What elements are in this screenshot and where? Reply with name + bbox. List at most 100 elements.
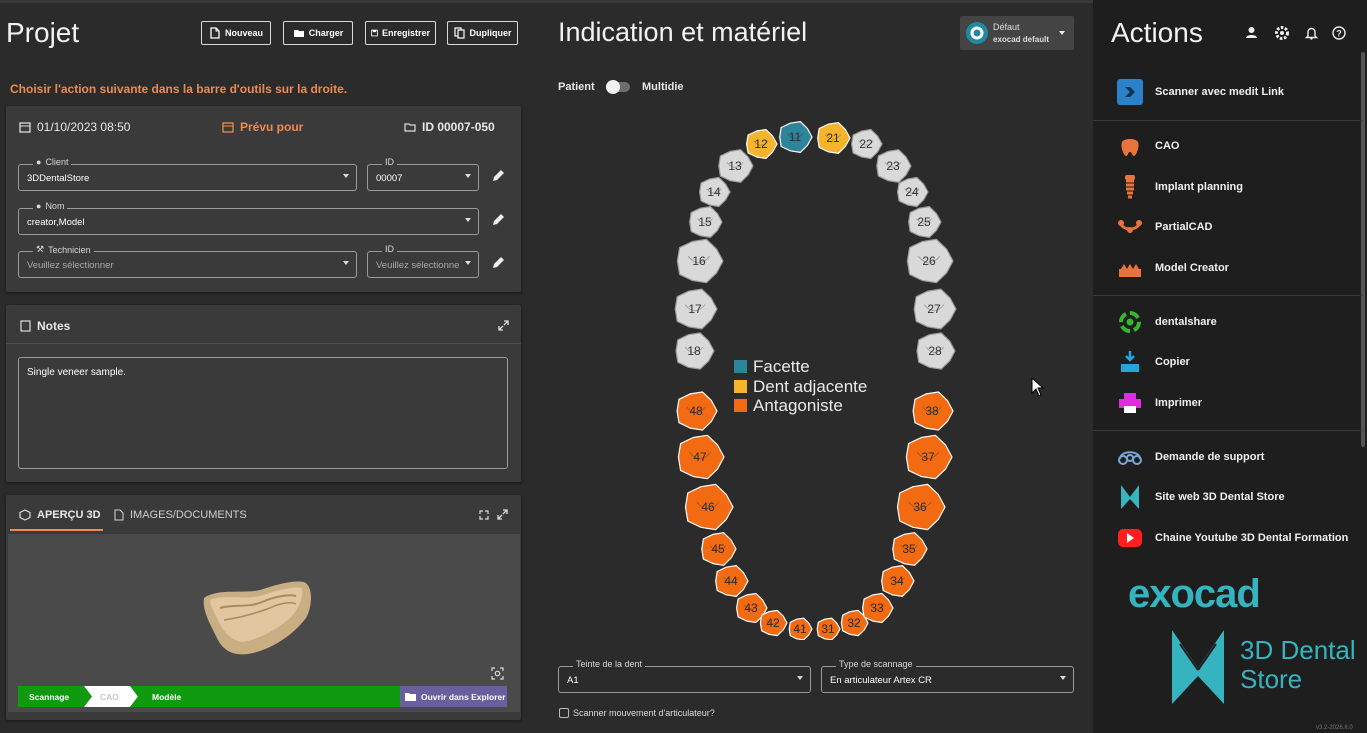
tooth-25[interactable]: 25 bbox=[908, 206, 942, 238]
due-date[interactable]: Prévu pour bbox=[222, 120, 303, 134]
toggle-multidie-label: Multidie bbox=[642, 81, 684, 93]
action-medit-link[interactable]: Scanner avec medit Link bbox=[1117, 79, 1284, 105]
bell-icon[interactable] bbox=[1305, 26, 1318, 40]
due-date-text: Prévu pour bbox=[240, 120, 304, 134]
expand-icon[interactable] bbox=[497, 509, 508, 520]
tooth-legend: Facette Dent adjacente Antagoniste bbox=[734, 357, 867, 416]
tooth-number: 46 bbox=[701, 500, 715, 514]
tooth-34[interactable]: 34 bbox=[881, 565, 915, 597]
calendar-icon bbox=[19, 122, 31, 133]
tooth-11[interactable]: 11 bbox=[779, 121, 813, 153]
gear-icon[interactable] bbox=[1274, 25, 1290, 41]
tooth-number: 31 bbox=[821, 622, 835, 636]
tooth-42[interactable]: 42 bbox=[759, 609, 788, 637]
tooth-31[interactable]: 31 bbox=[816, 617, 841, 640]
tooth-16[interactable]: 16 bbox=[676, 238, 724, 284]
tooth-45[interactable]: 45 bbox=[701, 532, 737, 566]
tooth-26[interactable]: 26 bbox=[906, 238, 954, 284]
tooth-number: 44 bbox=[724, 574, 738, 588]
edit-technician-icon[interactable] bbox=[490, 255, 506, 271]
tooth-24[interactable]: 24 bbox=[897, 176, 929, 208]
tab-3d-preview[interactable]: APERÇU 3D bbox=[19, 509, 101, 521]
notes-textarea[interactable]: Single veneer sample. bbox=[18, 357, 508, 469]
action-copier[interactable]: Copier bbox=[1117, 349, 1190, 375]
scan-type-select[interactable]: Type de scannage En articulateur Artex C… bbox=[821, 659, 1074, 693]
load-button[interactable]: Charger bbox=[283, 21, 353, 45]
action-partialcad[interactable]: PartialCAD bbox=[1117, 214, 1212, 240]
fullscreen-icon[interactable] bbox=[479, 510, 489, 520]
website-icon bbox=[1117, 484, 1143, 510]
technician-id-label: ID bbox=[382, 244, 397, 254]
tooth-44[interactable]: 44 bbox=[715, 565, 749, 597]
tooth-number: 23 bbox=[886, 159, 900, 173]
client-id-select[interactable]: ID 00007 bbox=[367, 157, 479, 191]
project-id-text: ID 00007-050 bbox=[422, 120, 495, 134]
edit-client-icon[interactable] bbox=[490, 168, 506, 184]
technician-id-select[interactable]: ID Veuillez sélectionne bbox=[367, 244, 479, 278]
3d-dental-store-logo-text: 3D Dental Store bbox=[1240, 636, 1356, 694]
client-value: 3DDentalStore bbox=[27, 173, 90, 184]
reset-view-icon[interactable] bbox=[491, 667, 504, 680]
action-implant-label: Implant planning bbox=[1155, 181, 1243, 193]
name-label: ● Nom bbox=[33, 201, 68, 211]
tooth-21[interactable]: 21 bbox=[817, 122, 851, 154]
new-button-label: Nouveau bbox=[224, 28, 263, 38]
edit-name-icon[interactable] bbox=[490, 212, 506, 228]
user-icon[interactable] bbox=[1245, 26, 1258, 39]
name-select[interactable]: ● Nom creator,Model bbox=[18, 201, 479, 235]
tooth-28[interactable]: 28 bbox=[916, 332, 956, 370]
action-support[interactable]: Demande de support bbox=[1117, 444, 1264, 470]
tooth-33[interactable]: 33 bbox=[862, 592, 894, 624]
action-youtube[interactable]: Chaine Youtube 3D Dental Formation bbox=[1117, 525, 1348, 551]
action-website[interactable]: Site web 3D Dental Store bbox=[1117, 484, 1285, 510]
tooth-17[interactable]: 17 bbox=[674, 288, 718, 330]
patient-multidie-toggle[interactable] bbox=[606, 80, 630, 94]
step-modele: Modèle bbox=[152, 692, 182, 702]
tooth-18[interactable]: 18 bbox=[675, 332, 715, 370]
tooth-46[interactable]: 46 bbox=[684, 483, 734, 531]
sidebar-scrollbar[interactable] bbox=[1361, 52, 1365, 447]
folder-open-icon bbox=[405, 693, 416, 701]
tooth-27[interactable]: 27 bbox=[913, 288, 957, 330]
action-imprimer[interactable]: Imprimer bbox=[1117, 390, 1202, 416]
action-cao[interactable]: CAO bbox=[1117, 133, 1179, 159]
client-id-label: ID bbox=[382, 157, 397, 167]
expand-icon[interactable] bbox=[498, 320, 509, 331]
action-implant-planning[interactable]: Implant planning bbox=[1117, 174, 1243, 200]
technician-label-text: Technicien bbox=[48, 244, 91, 255]
action-dentalshare-label: dentalshare bbox=[1155, 316, 1217, 328]
save-button[interactable]: Enregistrer bbox=[365, 21, 436, 45]
tooth-22[interactable]: 22 bbox=[851, 128, 883, 160]
profile-select[interactable]: Défaut exocad default bbox=[960, 16, 1074, 50]
tooth-41[interactable]: 41 bbox=[788, 617, 813, 640]
new-button[interactable]: Nouveau bbox=[201, 21, 271, 45]
tooth-13[interactable]: 13 bbox=[718, 149, 754, 183]
help-icon[interactable]: ? bbox=[1332, 26, 1346, 40]
tooth-37[interactable]: 37 bbox=[905, 434, 953, 480]
dental-model-render[interactable] bbox=[198, 574, 316, 658]
tooth-36[interactable]: 36 bbox=[896, 483, 946, 531]
legend-veneer-swatch bbox=[734, 360, 747, 374]
tooth-12[interactable]: 12 bbox=[746, 128, 778, 160]
duplicate-button[interactable]: Dupliquer bbox=[447, 21, 518, 45]
tooth-47[interactable]: 47 bbox=[677, 434, 725, 480]
tooth-48[interactable]: 48 bbox=[676, 391, 718, 431]
tooth-38[interactable]: 38 bbox=[912, 391, 954, 431]
indication-title: Indication et matériel bbox=[558, 17, 808, 47]
action-model-creator[interactable]: Model Creator bbox=[1117, 255, 1229, 281]
scan-type-value: En articulateur Artex CR bbox=[830, 675, 932, 686]
tooth-number: 48 bbox=[689, 404, 703, 418]
scan-motion-checkbox[interactable] bbox=[559, 708, 569, 718]
chevron-down-icon bbox=[465, 218, 471, 222]
store-line-2: Store bbox=[1240, 664, 1303, 694]
technician-select[interactable]: ⚒ Technicien Veuillez sélectionner bbox=[18, 244, 357, 278]
shade-select[interactable]: Teinte de la dent A1 bbox=[558, 659, 811, 693]
tooth-23[interactable]: 23 bbox=[876, 149, 912, 183]
open-explorer-button[interactable]: Ouvrir dans Explorer bbox=[400, 686, 507, 707]
tooth-35[interactable]: 35 bbox=[892, 532, 928, 566]
action-dentalshare[interactable]: dentalshare bbox=[1117, 309, 1217, 335]
client-select[interactable]: ● Client 3DDentalStore bbox=[18, 157, 357, 191]
tab-images-documents[interactable]: IMAGES/DOCUMENTS bbox=[113, 509, 247, 521]
tooth-14[interactable]: 14 bbox=[699, 176, 731, 208]
tooth-15[interactable]: 15 bbox=[689, 206, 723, 238]
